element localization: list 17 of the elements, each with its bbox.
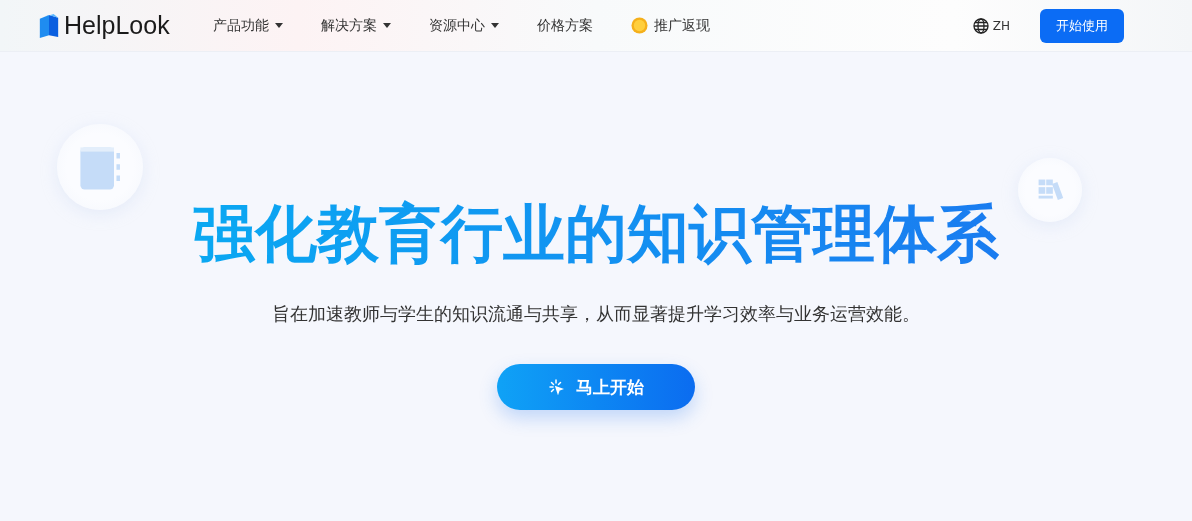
language-switcher[interactable]: ZH bbox=[972, 17, 1010, 34]
sparkle-icon bbox=[548, 379, 564, 395]
nav-link[interactable]: 价格方案 bbox=[536, 16, 593, 35]
hero-subtitle: 旨在加速教师与学生的知识流通与共享，从而显著提升学习效率与业务运营效能。 bbox=[272, 302, 920, 326]
nav-link[interactable]: 解决方案 bbox=[320, 16, 391, 35]
start-button[interactable]: 开始使用 bbox=[1040, 8, 1124, 43]
nav-link[interactable]: 产品功能 bbox=[212, 16, 283, 35]
caret-icon bbox=[382, 23, 391, 28]
coin-icon bbox=[630, 17, 648, 34]
globe-icon bbox=[972, 17, 989, 34]
start-now-button[interactable]: 马上开始 bbox=[497, 364, 695, 410]
nav-link[interactable]: 资源中心 bbox=[428, 16, 499, 35]
logo-icon bbox=[38, 12, 60, 39]
logo-link[interactable]: HelpLook bbox=[38, 11, 170, 40]
nav-link[interactable]: 推广返现 bbox=[630, 16, 710, 35]
caret-icon bbox=[490, 23, 499, 28]
caret-icon bbox=[274, 23, 283, 28]
